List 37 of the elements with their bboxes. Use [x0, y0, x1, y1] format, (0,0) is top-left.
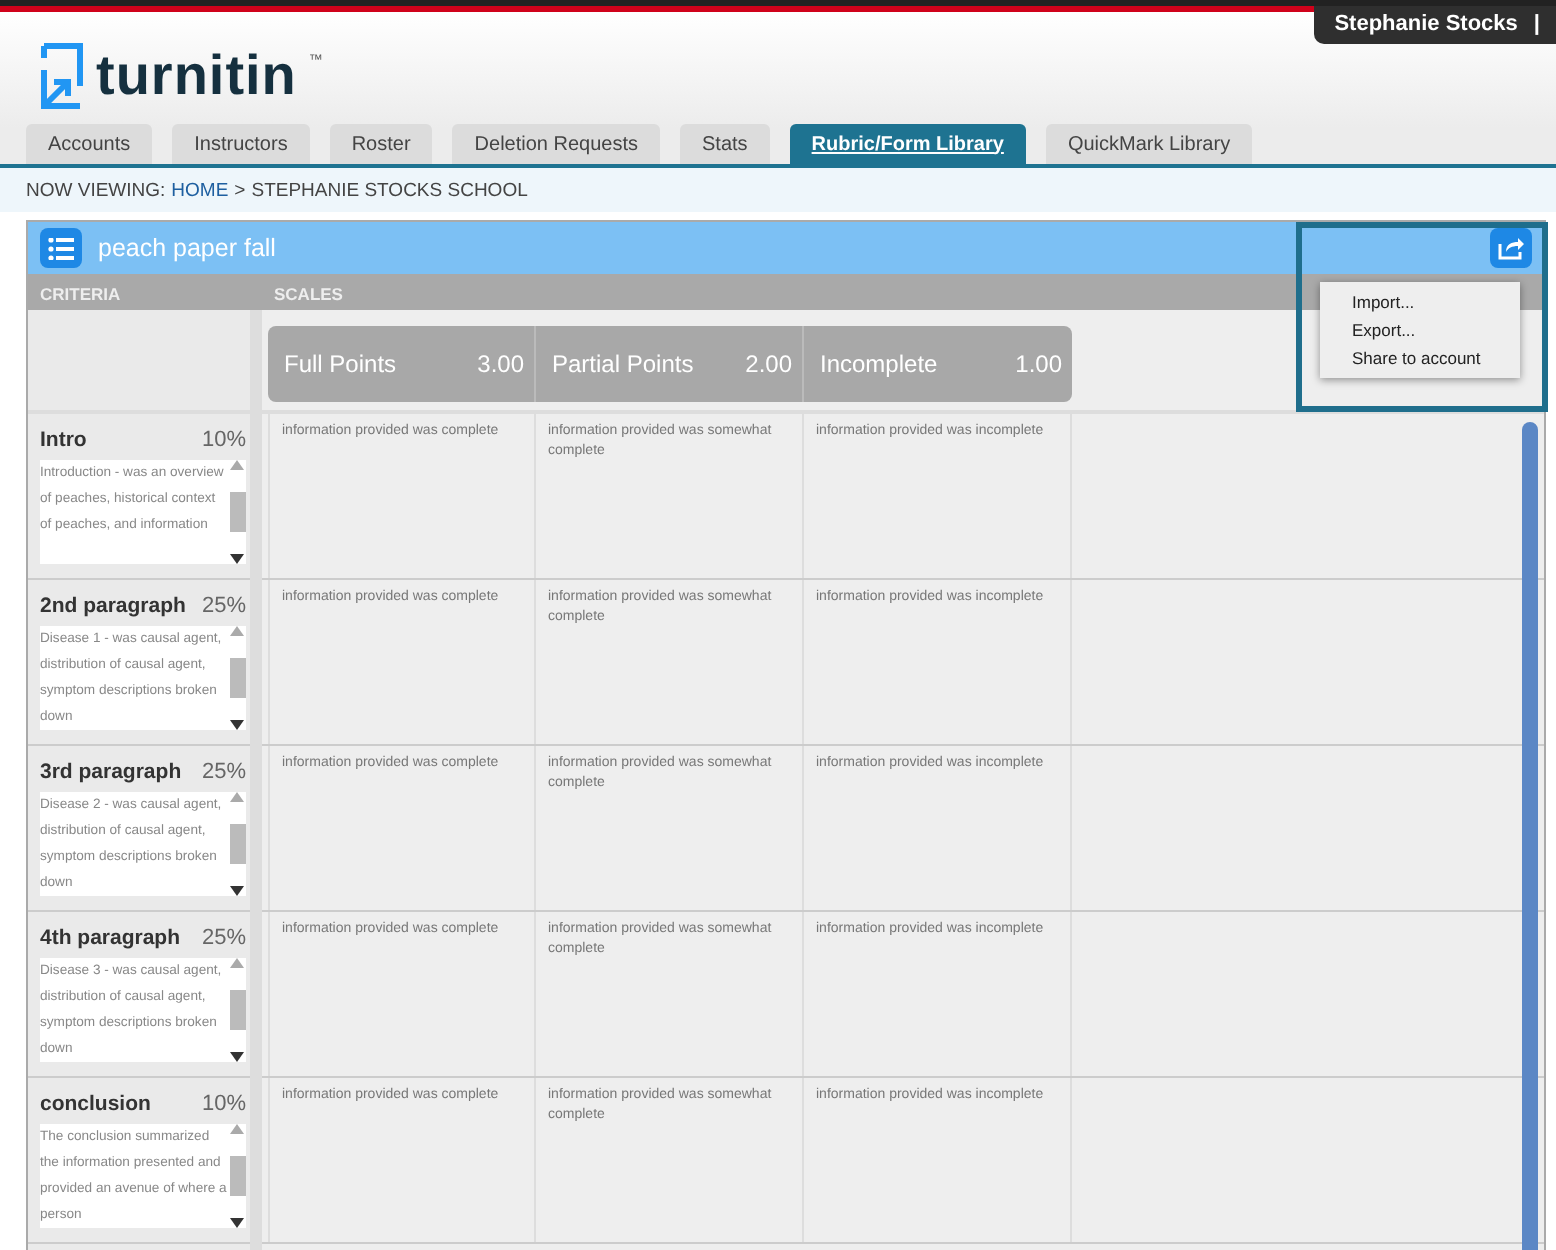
home-link[interactable]: HOME — [171, 179, 229, 201]
nav-tab[interactable]: Rubric/Form Library — [789, 124, 1026, 164]
nav-tab[interactable]: Roster — [329, 124, 433, 164]
scale-name: Partial Points — [552, 350, 694, 378]
criterion-weight: 25% — [201, 760, 246, 784]
criterion-name: 2nd paragraph — [40, 594, 186, 618]
menu-item[interactable]: Import... — [1320, 288, 1520, 316]
separator-text: | — [1533, 12, 1540, 36]
nav-tab[interactable]: Deletion Requests — [452, 124, 660, 164]
breadcrumb-separator: > — [234, 179, 246, 201]
nav-tab[interactable]: QuickMark Library — [1045, 124, 1253, 164]
criterion-name: Intro — [40, 428, 87, 452]
nav-tab[interactable]: Instructors — [172, 124, 310, 164]
scale-points: 1.00 — [1015, 350, 1062, 378]
criterion-name: 3rd paragraph — [40, 760, 182, 784]
user-menu[interactable]: Stephanie Stocks | — [1314, 6, 1556, 44]
rubric-title: peach paper fall — [98, 234, 278, 262]
criterion-weight: 25% — [201, 594, 246, 618]
breadcrumb-label: NOW VIEWING: — [26, 179, 166, 201]
scale-points: 3.00 — [477, 350, 524, 378]
scale-name: Full Points — [284, 350, 397, 378]
scales-heading: SCALES — [272, 282, 343, 308]
nav-tab[interactable]: Accounts — [26, 124, 153, 164]
criterion-weight: 10% — [201, 1092, 246, 1116]
criterion-name: 4th paragraph — [40, 926, 181, 950]
scale-points: 2.00 — [745, 350, 792, 378]
criterion-weight: 25% — [201, 926, 246, 950]
nav-tab[interactable]: Stats — [680, 124, 770, 164]
user-name: Stephanie Stocks — [1334, 12, 1518, 36]
criteria-heading: CRITERIA — [38, 282, 121, 308]
scale-name: Incomplete — [820, 350, 938, 378]
menu-item[interactable]: Share to account — [1320, 344, 1520, 372]
breadcrumb-current: STEPHANIE STOCKS SCHOOL — [251, 179, 528, 201]
criterion-name: conclusion — [40, 1092, 151, 1116]
logo-text: turnitin — [96, 44, 297, 108]
menu-item[interactable]: Export... — [1320, 316, 1520, 344]
criterion-weight: 10% — [201, 428, 246, 452]
